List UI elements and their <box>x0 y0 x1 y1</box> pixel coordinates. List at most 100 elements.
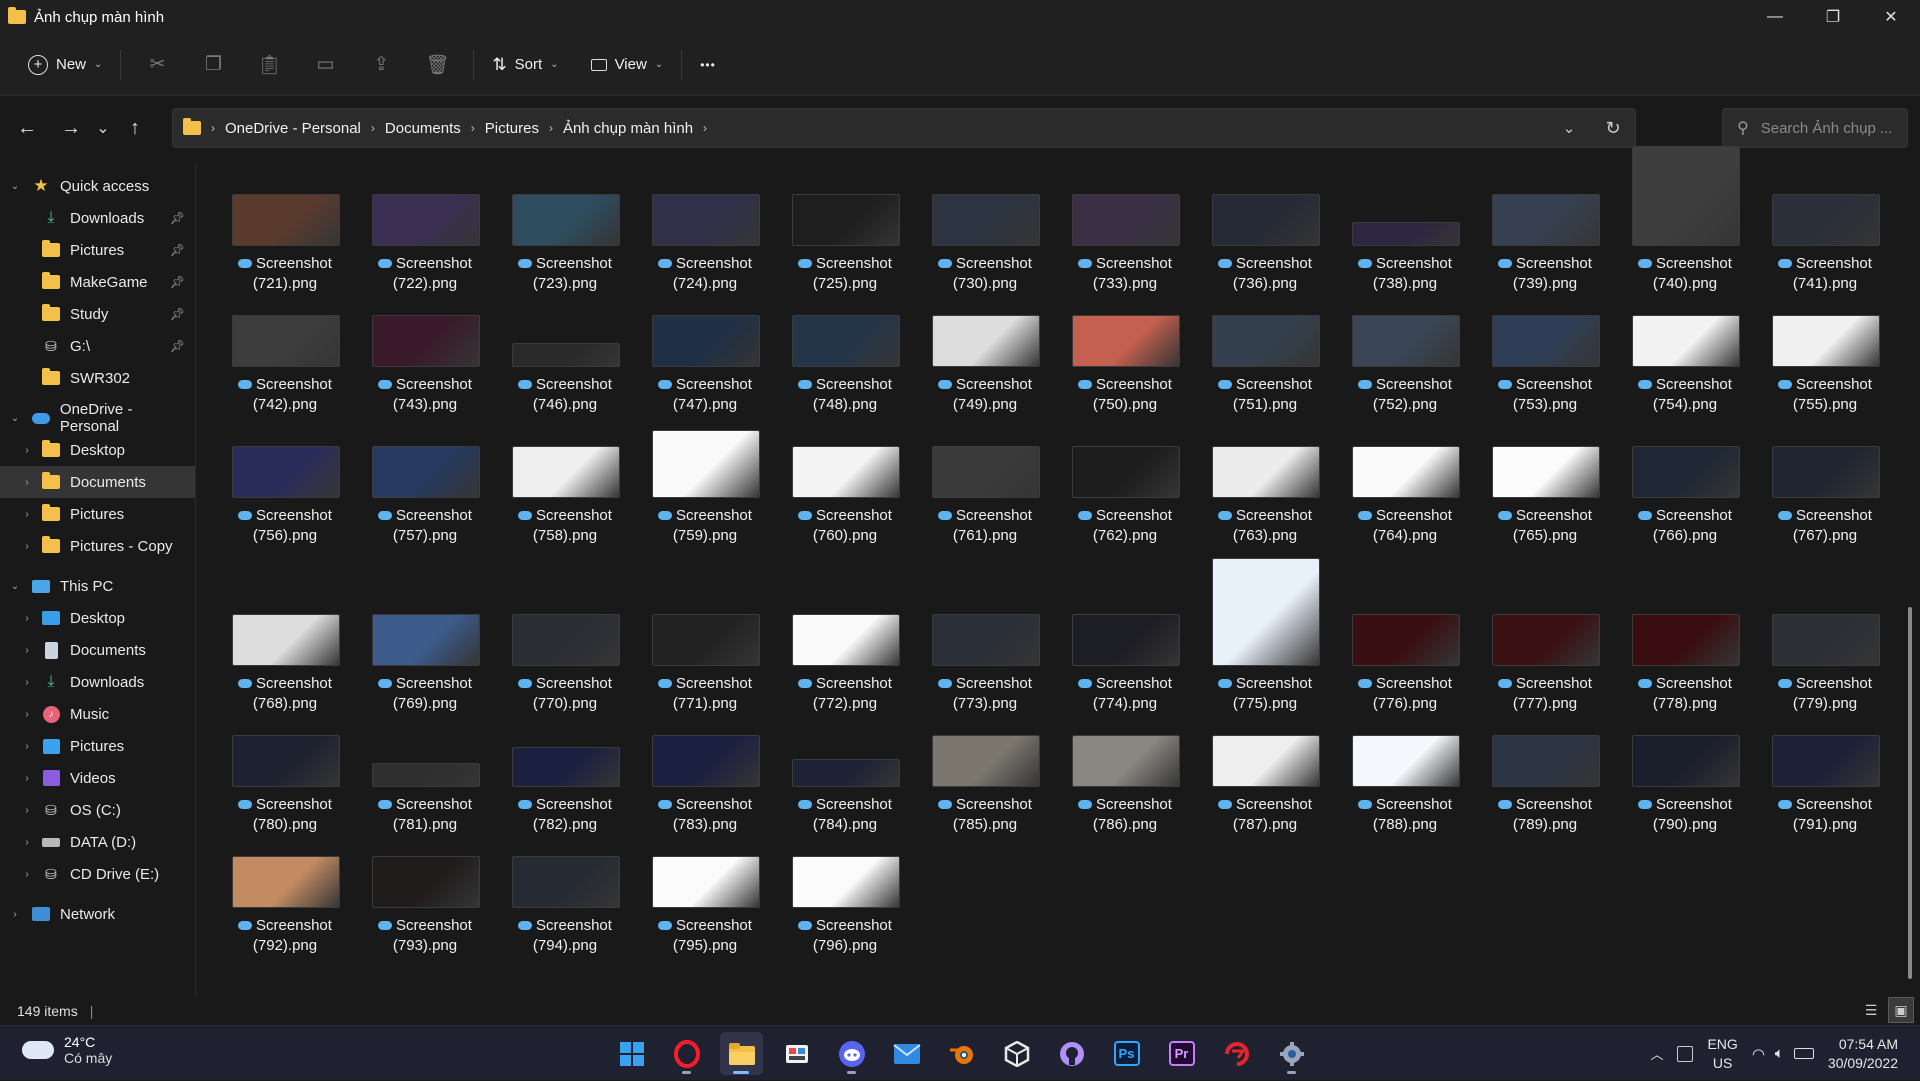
file-item[interactable]: Screenshot (789).png <box>1470 703 1600 833</box>
chevron-down-icon[interactable]: ⌄ <box>8 581 22 592</box>
sidebar-item-os-c[interactable]: › ⛁ OS (C:) <box>0 794 195 826</box>
address-bar[interactable]: › OneDrive - Personal › Documents › Pict… <box>172 108 1636 148</box>
sidebar-item-onedrive-documents[interactable]: › Documents <box>0 466 195 498</box>
search-box[interactable]: ⚲ <box>1722 108 1908 148</box>
file-item[interactable]: Screenshot (767).png <box>1750 414 1880 544</box>
file-item[interactable]: Screenshot (740).png <box>1610 146 1740 292</box>
photoshop-icon[interactable]: Ps <box>1105 1032 1148 1075</box>
chevron-right-icon[interactable]: › <box>20 709 34 720</box>
file-item[interactable]: Screenshot (749).png <box>910 283 1040 413</box>
file-item[interactable]: Screenshot (778).png <box>1610 582 1740 712</box>
opera-icon[interactable] <box>665 1032 708 1075</box>
file-item[interactable]: Screenshot (786).png <box>1050 703 1180 833</box>
file-item[interactable]: Screenshot (774).png <box>1050 582 1180 712</box>
file-item[interactable]: Screenshot (733).png <box>1050 162 1180 292</box>
sidebar-item-pc-documents[interactable]: › Documents <box>0 634 195 666</box>
delete-icon[interactable]: 🗑︎ <box>409 45 465 85</box>
chevron-right-icon[interactable]: › <box>20 477 34 488</box>
chevron-right-icon[interactable]: › <box>20 869 34 880</box>
file-item[interactable]: Screenshot (768).png <box>210 582 340 712</box>
file-item[interactable]: Screenshot (772).png <box>770 582 900 712</box>
file-item[interactable]: Screenshot (795).png <box>630 824 760 954</box>
ime-icon[interactable] <box>1677 1045 1694 1062</box>
file-item[interactable]: Screenshot (736).png <box>1190 162 1320 292</box>
sort-button[interactable]: ⇅ Sort ⌄ <box>482 45 568 85</box>
clock[interactable]: 07:54 AM 30/09/2022 <box>1828 1035 1898 1073</box>
file-item[interactable]: Screenshot (788).png <box>1330 703 1460 833</box>
unity-icon[interactable] <box>995 1032 1038 1075</box>
sidebar-item-quick-access[interactable]: ⌄ ★ Quick access <box>0 170 195 202</box>
file-item[interactable]: Screenshot (746).png <box>490 283 620 413</box>
chevron-right-icon[interactable]: › <box>20 613 34 624</box>
breadcrumb-documents[interactable]: Documents <box>385 120 461 137</box>
refresh-icon[interactable]: ↻ <box>1591 118 1635 139</box>
chevron-down-icon[interactable]: ⌄ <box>8 413 22 424</box>
cut-icon[interactable]: ✂ <box>129 45 185 85</box>
pin-icon[interactable]: 📌︎ <box>170 275 185 289</box>
file-item[interactable]: Screenshot (775).png <box>1190 558 1320 712</box>
blender-icon[interactable] <box>940 1032 983 1075</box>
sidebar-item-onedrive-pictures[interactable]: › Pictures <box>0 498 195 530</box>
sidebar-item-onedrive-pictures-copy[interactable]: › Pictures - Copy <box>0 530 195 562</box>
chevron-right-icon[interactable]: › <box>20 645 34 656</box>
file-item[interactable]: Screenshot (782).png <box>490 703 620 833</box>
file-item[interactable]: Screenshot (762).png <box>1050 414 1180 544</box>
breadcrumb-current-folder[interactable]: Ảnh chụp màn hình <box>563 120 693 137</box>
chevron-right-icon[interactable]: › <box>20 509 34 520</box>
sidebar-item-onedrive[interactable]: ⌄ OneDrive - Personal <box>0 401 195 435</box>
chevron-right-icon[interactable]: › <box>20 445 34 456</box>
pin-icon[interactable]: 📌︎ <box>170 243 185 257</box>
file-item[interactable]: Screenshot (758).png <box>490 414 620 544</box>
chevron-right-icon[interactable]: › <box>20 677 34 688</box>
file-item[interactable]: Screenshot (753).png <box>1470 283 1600 413</box>
sidebar-item-this-pc[interactable]: ⌄ This PC <box>0 570 195 602</box>
chevron-right-icon[interactable]: › <box>20 541 34 552</box>
sidebar-item-downloads[interactable]: ⤓ Downloads 📌︎ <box>0 202 195 234</box>
discord-icon[interactable] <box>830 1032 873 1075</box>
file-item[interactable]: Screenshot (780).png <box>210 703 340 833</box>
file-explorer-icon[interactable] <box>720 1032 763 1075</box>
sidebar-item-makegame[interactable]: MakeGame 📌︎ <box>0 266 195 298</box>
sidebar-item-cd-drive-e[interactable]: › ⛁ CD Drive (E:) <box>0 858 195 890</box>
file-item[interactable]: Screenshot (723).png <box>490 162 620 292</box>
search-input[interactable] <box>1760 119 1891 137</box>
share-icon[interactable]: ⇪ <box>353 45 409 85</box>
premiere-icon[interactable]: Pr <box>1160 1032 1203 1075</box>
rename-icon[interactable]: ▭ <box>297 45 353 85</box>
file-item[interactable]: Screenshot (739).png <box>1470 162 1600 292</box>
mail-icon[interactable] <box>885 1032 928 1075</box>
file-item[interactable]: Screenshot (793).png <box>350 824 480 954</box>
show-hidden-icons-chevron-icon[interactable]: ︿ <box>1650 1044 1663 1063</box>
paint-tool-icon[interactable] <box>775 1032 818 1075</box>
pin-icon[interactable]: 📌︎ <box>170 339 185 353</box>
battery-icon[interactable] <box>1793 1048 1814 1059</box>
volume-icon[interactable]: 🔈︎ <box>1775 1045 1784 1062</box>
file-item[interactable]: Screenshot (792).png <box>210 824 340 954</box>
github-icon[interactable] <box>1050 1032 1093 1075</box>
file-item[interactable]: Screenshot (785).png <box>910 703 1040 833</box>
file-item[interactable]: Screenshot (794).png <box>490 824 620 954</box>
file-item[interactable]: Screenshot (790).png <box>1610 703 1740 833</box>
file-item[interactable]: Screenshot (757).png <box>350 414 480 544</box>
file-item[interactable]: Screenshot (773).png <box>910 582 1040 712</box>
file-item[interactable]: Screenshot (752).png <box>1330 283 1460 413</box>
more-options-button[interactable]: ••• <box>690 45 726 85</box>
file-item[interactable]: Screenshot (724).png <box>630 162 760 292</box>
address-history-dropdown[interactable]: ⌄ <box>1547 119 1591 137</box>
sidebar-item-pc-desktop[interactable]: › Desktop <box>0 602 195 634</box>
breadcrumb-pictures[interactable]: Pictures <box>485 120 539 137</box>
view-button[interactable]: View ⌄ <box>581 45 674 85</box>
minimize-button[interactable]: — <box>1746 0 1804 34</box>
file-item[interactable]: Screenshot (760).png <box>770 414 900 544</box>
sidebar-item-pc-music[interactable]: › ♪ Music <box>0 698 195 730</box>
forward-button[interactable]: → <box>49 108 93 148</box>
sidebar-item-study[interactable]: Study 📌︎ <box>0 298 195 330</box>
back-button[interactable]: ← <box>5 108 49 148</box>
file-item[interactable]: Screenshot (755).png <box>1750 283 1880 413</box>
sidebar-item-pc-videos[interactable]: › Videos <box>0 762 195 794</box>
file-item[interactable]: Screenshot (738).png <box>1330 162 1460 292</box>
chevron-right-icon[interactable]: › <box>8 909 22 920</box>
file-item[interactable]: Screenshot (765).png <box>1470 414 1600 544</box>
sidebar-item-g-drive[interactable]: ⛁ G:\ 📌︎ <box>0 330 195 362</box>
vertical-scrollbar[interactable] <box>1906 162 1914 997</box>
